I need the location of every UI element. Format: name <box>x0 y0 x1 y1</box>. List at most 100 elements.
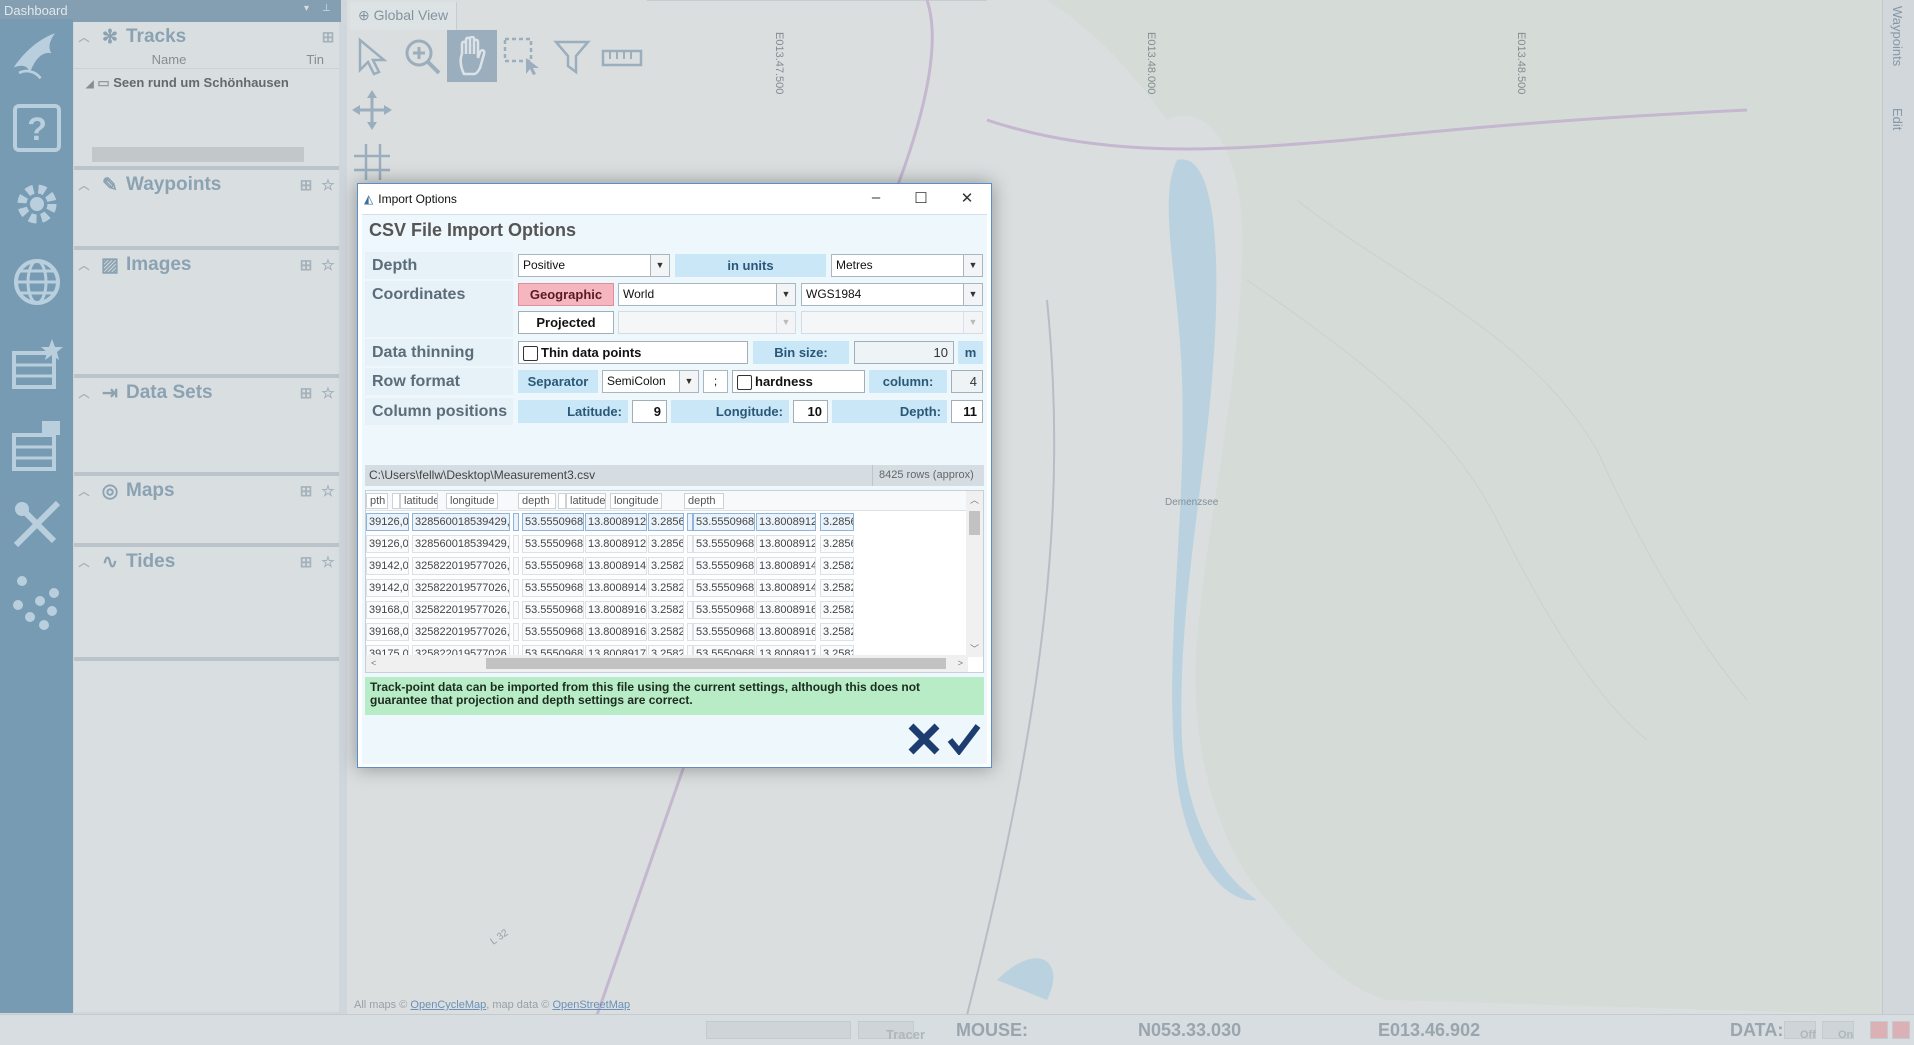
table-cell: 39142,00 <box>366 557 409 575</box>
table-cell <box>513 513 519 531</box>
grid-column-header[interactable] <box>392 493 400 509</box>
table-cell: 325822019577026,00 <box>412 557 510 575</box>
depth-units-select[interactable]: Metres ▼ <box>831 254 983 277</box>
depth-label: Depth <box>365 252 513 279</box>
table-cell: 3.2582 <box>820 557 854 575</box>
table-cell <box>513 535 519 553</box>
table-cell <box>513 601 519 619</box>
table-row[interactable]: 39168,00325822019577026,0053.5550968813.… <box>366 599 966 621</box>
table-cell: 3.2856 <box>648 513 684 531</box>
table-cell: 3.2856 <box>820 513 854 531</box>
table-cell: 53.55509688 <box>693 579 755 597</box>
hardness-checkbox[interactable]: hardness <box>732 370 865 393</box>
minimize-button[interactable]: – <box>866 189 886 206</box>
table-cell: 13.80089126 <box>585 535 647 553</box>
datum-select[interactable]: WGS1984 ▼ <box>801 283 983 306</box>
depth-mode-value: Positive <box>523 258 566 272</box>
table-cell <box>513 579 519 597</box>
table-cell: 3.2856 <box>648 535 684 553</box>
table-cell: 13.80089168 <box>756 623 816 641</box>
chevron-down-icon: ▼ <box>650 255 669 276</box>
app-shark-icon: ◭ <box>364 192 374 206</box>
projected-button[interactable]: Projected <box>518 311 614 334</box>
table-cell: 13.80089126 <box>756 513 816 531</box>
separator-label: Separator <box>518 370 598 393</box>
depth-mode-select[interactable]: Positive ▼ <box>518 254 670 277</box>
close-button[interactable]: ✕ <box>957 189 977 207</box>
table-cell: 13.80089168 <box>756 601 816 619</box>
table-cell: 3.2582 <box>648 557 684 575</box>
table-cell: 53.55509683 <box>522 535 584 553</box>
grid-column-header[interactable]: depth <box>518 493 556 509</box>
projection-select[interactable]: ▼ <box>618 311 796 334</box>
table-cell: 53.55509688 <box>522 579 584 597</box>
table-row[interactable]: 39142,00325822019577026,0053.5550968813.… <box>366 555 966 577</box>
bin-unit-label: m <box>958 341 983 364</box>
region-select[interactable]: World ▼ <box>618 283 796 306</box>
table-row[interactable]: 39168,00325822019577026,0053.5550968813.… <box>366 621 966 643</box>
table-cell: 3.2582 <box>820 579 854 597</box>
table-cell: 13.80089126 <box>756 535 816 553</box>
scroll-down-icon[interactable]: ﹀ <box>970 642 979 655</box>
scroll-thumb[interactable] <box>486 658 946 669</box>
separator-char-input[interactable]: ; <box>703 370 728 393</box>
checkmark-icon <box>947 724 981 755</box>
depth-column-input[interactable]: 11 <box>951 400 983 423</box>
geographic-button[interactable]: Geographic <box>518 283 614 306</box>
vertical-scrollbar[interactable]: ︿ ﹀ <box>966 491 983 657</box>
table-row[interactable]: 39126,00328560018539429,0053.5550968313.… <box>366 511 966 533</box>
table-row[interactable]: 39126,00328560018539429,0053.5550968313.… <box>366 533 966 555</box>
file-path: C:\Users\fellw\Desktop\Measurement3.csv <box>369 468 596 482</box>
longitude-column-input[interactable]: 10 <box>793 400 828 423</box>
cancel-button[interactable] <box>907 722 941 756</box>
grid-column-header[interactable]: longitude <box>446 493 498 509</box>
horizontal-scrollbar[interactable]: < > <box>366 655 968 672</box>
table-cell: 53.55509688 <box>693 623 755 641</box>
scroll-left-icon[interactable]: < <box>371 658 376 668</box>
dialog-titlebar[interactable]: ◭ Import Options – ☐ ✕ <box>358 184 991 214</box>
table-cell: 328560018539429,00 <box>412 513 510 531</box>
column-label: column: <box>869 370 947 393</box>
grid-column-header[interactable]: longitude <box>610 493 662 509</box>
table-cell: 328560018539429,00 <box>412 535 510 553</box>
separator-select[interactable]: SemiColon ▼ <box>602 370 699 393</box>
table-cell <box>513 557 519 575</box>
grid-column-header[interactable]: depth <box>684 493 724 509</box>
scroll-thumb[interactable] <box>969 511 980 535</box>
chevron-down-icon: ▼ <box>963 312 982 333</box>
grid-column-header[interactable]: latitude <box>566 493 606 509</box>
maximize-button[interactable]: ☐ <box>911 189 931 207</box>
depth-column-label: Depth: <box>832 400 947 423</box>
thin-data-checkbox[interactable]: Thin data points <box>518 341 748 364</box>
scroll-up-icon[interactable]: ︿ <box>970 493 979 506</box>
cross-icon <box>908 723 940 755</box>
grid-column-header[interactable] <box>558 493 566 509</box>
in-units-label: in units <box>675 254 826 277</box>
dialog-title: Import Options <box>378 192 457 206</box>
ok-button[interactable] <box>947 722 981 756</box>
table-cell: 39168,00 <box>366 601 409 619</box>
table-cell: 39126,00 <box>366 513 409 531</box>
dialog-heading: CSV File Import Options <box>369 220 577 240</box>
bin-size-input[interactable]: 10 <box>854 341 954 364</box>
region-value: World <box>623 287 655 301</box>
table-cell: 3.2582 <box>820 601 854 619</box>
data-thinning-label: Data thinning <box>365 339 513 366</box>
table-cell: 53.55509688 <box>693 601 755 619</box>
scroll-right-icon[interactable]: > <box>958 658 963 668</box>
hardness-column-input[interactable]: 4 <box>951 370 983 393</box>
grid-column-header[interactable]: pth <box>366 493 388 509</box>
longitude-label: Longitude: <box>671 400 789 423</box>
import-status-message: Track-point data can be imported from th… <box>365 677 984 715</box>
separator-value: SemiColon <box>607 374 666 388</box>
grid-column-header[interactable]: latitude <box>400 493 438 509</box>
projection-zone-select[interactable]: ▼ <box>801 311 983 334</box>
table-cell: 13.80089142 <box>756 557 816 575</box>
table-cell: 53.55509688 <box>522 623 584 641</box>
csv-preview-grid[interactable]: pth latitude longitude depth latitude longitu… <box>365 490 984 673</box>
latitude-label: Latitude: <box>518 400 628 423</box>
latitude-column-input[interactable]: 9 <box>632 400 667 423</box>
table-cell: 3.2582 <box>648 601 684 619</box>
table-row[interactable]: 39142,00325822019577026,0053.5550968813.… <box>366 577 966 599</box>
table-cell: 53.55509683 <box>693 535 755 553</box>
